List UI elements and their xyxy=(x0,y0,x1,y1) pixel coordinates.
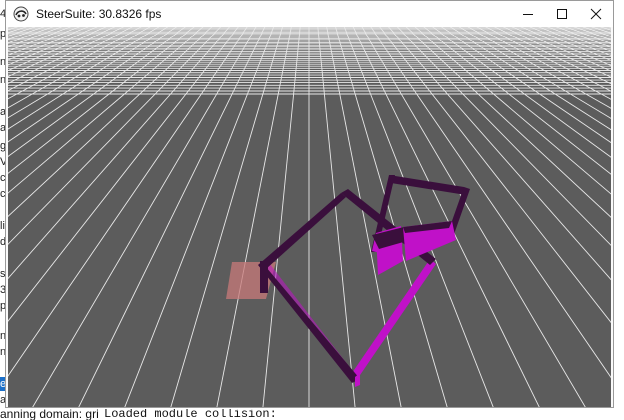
app-logo-icon xyxy=(12,5,30,23)
steersuite-window: SteerSuite: 30.8326 fps xyxy=(5,0,614,408)
scene-background xyxy=(8,27,611,407)
minimize-button[interactable] xyxy=(511,1,545,27)
scene-viewport[interactable] xyxy=(8,27,611,407)
scene-canvas[interactable] xyxy=(8,27,611,407)
maximize-button[interactable] xyxy=(545,1,579,27)
minimize-icon xyxy=(523,14,533,15)
planning-domain-text: anning domain: gri xyxy=(0,409,99,420)
close-icon xyxy=(590,8,602,20)
window-title: SteerSuite: 30.8326 fps xyxy=(36,7,162,21)
close-button[interactable] xyxy=(579,1,613,27)
wall-edge xyxy=(260,261,268,293)
console-bottom-line: anning domain: gri Loaded module collisi… xyxy=(0,409,624,420)
window-controls xyxy=(511,1,613,27)
console-log-text: Loaded module collision: xyxy=(104,409,277,420)
title-bar[interactable]: SteerSuite: 30.8326 fps xyxy=(6,1,613,27)
maximize-icon xyxy=(557,9,567,19)
